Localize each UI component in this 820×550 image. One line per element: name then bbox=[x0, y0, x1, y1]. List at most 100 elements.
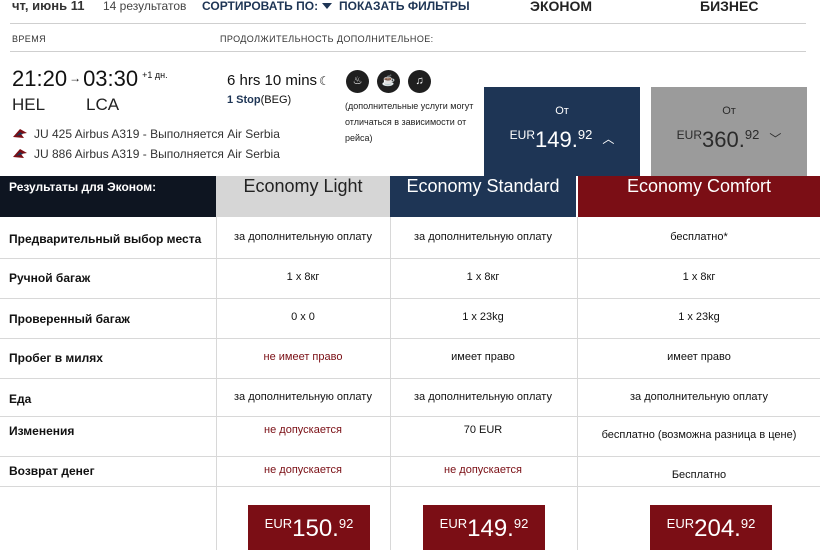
price-amount: EUR360.92 ﹀ bbox=[651, 127, 807, 153]
row-divider bbox=[0, 298, 820, 299]
price-int: 204. bbox=[694, 515, 741, 542]
caret-down-icon bbox=[322, 3, 333, 9]
overnight-moon-icon: ☾ bbox=[319, 74, 330, 88]
fare-table-title: Результаты для Эконом: bbox=[0, 176, 216, 217]
table-cell: 70 EUR bbox=[463, 424, 503, 436]
row-label-changes: Изменения bbox=[9, 424, 75, 438]
flight-segment: JU 425 Airbus A319 - Выполняется Air Ser… bbox=[12, 127, 280, 141]
services-note: (дополнительные услуги могут отличаться … bbox=[345, 101, 474, 143]
stops-info[interactable]: 1 Stop(BEG) bbox=[227, 94, 291, 106]
table-cell: 1 x 23kg bbox=[462, 311, 504, 323]
select-economy-comfort-button[interactable]: EUR204.92 bbox=[650, 505, 772, 550]
currency: EUR bbox=[676, 128, 703, 142]
show-filters-button[interactable]: ПОКАЗАТЬ ФИЛЬТРЫ bbox=[339, 0, 470, 13]
select-economy-light-button[interactable]: EUR150.92 bbox=[248, 505, 370, 550]
table-cell: за дополнительную оплату bbox=[234, 231, 372, 243]
meal-icon: ♨ bbox=[346, 70, 369, 93]
row-label-miles: Пробег в милях bbox=[9, 351, 103, 365]
arrow-right-icon: → bbox=[69, 71, 82, 85]
segment-text: JU 425 Airbus A319 - Выполняется Air Ser… bbox=[34, 127, 280, 141]
table-cell: за дополнительную оплату bbox=[630, 391, 768, 403]
price-int: 149. bbox=[535, 127, 578, 152]
destination-airport: LCA bbox=[86, 95, 120, 114]
stop-airport: (BEG) bbox=[260, 94, 292, 106]
table-cell: не допускается bbox=[264, 464, 342, 476]
table-cell: имеет право bbox=[451, 351, 515, 363]
sort-button[interactable]: СОРТИРОВАТЬ ПО: bbox=[202, 0, 333, 13]
currency: EUR bbox=[509, 128, 536, 142]
row-label-refund: Возврат денег bbox=[9, 464, 95, 478]
flight-times: 21:20 →03:30 +1 дн. bbox=[12, 66, 168, 92]
divider bbox=[10, 23, 806, 24]
next-day-badge: +1 дн. bbox=[142, 70, 168, 80]
table-cell: не допускается bbox=[444, 464, 522, 476]
column-header-duration: ПРОДОЛЖИТЕЛЬНОСТЬ ДОПОЛНИТЕЛЬНОЕ: bbox=[220, 34, 434, 44]
tab-economy[interactable]: ЭКОНОМ bbox=[530, 0, 592, 14]
results-toolbar: чт, июнь 11 14 результатов СОРТИРОВАТЬ П… bbox=[0, 0, 820, 16]
drink-icon: ☕ bbox=[377, 70, 400, 93]
price-int: 360. bbox=[702, 127, 745, 152]
row-label-meal: Еда bbox=[9, 392, 32, 406]
table-cell: бесплатно* bbox=[670, 231, 728, 243]
price-decimals: 92 bbox=[740, 516, 756, 531]
row-divider bbox=[0, 456, 820, 457]
table-cell: не допускается bbox=[264, 424, 342, 436]
table-cell: 1 x 8кг bbox=[466, 271, 500, 283]
fare-header-economy-comfort[interactable]: Economy Comfort bbox=[578, 176, 820, 217]
results-count: 14 результатов bbox=[103, 0, 187, 13]
row-divider bbox=[0, 416, 820, 417]
price-int: 150. bbox=[292, 515, 339, 542]
row-divider bbox=[0, 338, 820, 339]
column-header-time: ВРЕМЯ bbox=[12, 34, 47, 44]
row-divider bbox=[0, 486, 820, 487]
table-cell: за дополнительную оплату bbox=[414, 231, 552, 243]
airline-logo-icon bbox=[13, 149, 27, 158]
table-cell: за дополнительную оплату bbox=[414, 391, 552, 403]
economy-price-button[interactable]: От EUR149.92 ︿ bbox=[484, 87, 640, 176]
price-from-label: От bbox=[722, 105, 736, 117]
fare-header-economy-standard[interactable]: Economy Standard bbox=[390, 176, 576, 217]
stops-count: 1 Stop bbox=[227, 94, 261, 106]
entertainment-icon: ♫ bbox=[408, 70, 431, 93]
tab-business[interactable]: БИЗНЕС bbox=[700, 0, 758, 14]
table-cell: 1 x 23kg bbox=[678, 311, 720, 323]
table-cell: 1 x 8кг bbox=[286, 271, 320, 283]
table-cell: за дополнительную оплату bbox=[234, 391, 372, 403]
select-economy-standard-button[interactable]: EUR149.92 bbox=[423, 505, 545, 550]
column-divider bbox=[577, 217, 578, 550]
row-label-seat-selection: Предварительный выбор места bbox=[9, 232, 202, 246]
price-int: 149. bbox=[467, 515, 514, 542]
chevron-up-icon: ︿ bbox=[602, 132, 615, 146]
column-divider bbox=[390, 217, 391, 550]
row-divider bbox=[0, 258, 820, 259]
depart-time: 21:20 bbox=[12, 66, 68, 91]
table-cell: не имеет право bbox=[263, 351, 343, 363]
table-cell: 1 x 8кг bbox=[682, 271, 716, 283]
divider bbox=[10, 51, 806, 52]
price-decimals: 92 bbox=[513, 516, 529, 531]
price-from-label: От bbox=[555, 105, 569, 117]
arrive-time: 03:30 bbox=[83, 66, 139, 91]
business-price-button[interactable]: От EUR360.92 ﹀ bbox=[651, 87, 807, 176]
currency: EUR bbox=[439, 516, 468, 531]
column-divider bbox=[216, 217, 217, 550]
table-cell: бесплатно (возможна разница в цене) bbox=[601, 429, 797, 441]
price-decimals: 92 bbox=[744, 127, 760, 142]
row-label-checked-baggage: Проверенный багаж bbox=[9, 312, 130, 326]
price-decimals: 92 bbox=[338, 516, 354, 531]
airline-logo-icon bbox=[13, 129, 27, 138]
table-cell: Бесплатно bbox=[671, 469, 727, 481]
sort-label: СОРТИРОВАТЬ ПО: bbox=[202, 0, 319, 13]
flight-segment: JU 886 Airbus A319 - Выполняется Air Ser… bbox=[12, 147, 280, 161]
table-cell: имеет право bbox=[667, 351, 731, 363]
segment-text: JU 886 Airbus A319 - Выполняется Air Ser… bbox=[34, 147, 280, 161]
currency: EUR bbox=[264, 516, 293, 531]
currency: EUR bbox=[666, 516, 695, 531]
price-decimals: 92 bbox=[577, 127, 593, 142]
flight-duration: 6 hrs 10 mins ☾ bbox=[227, 72, 330, 89]
duration-text: 6 hrs 10 mins bbox=[227, 72, 318, 89]
flight-date: чт, июнь 11 bbox=[12, 0, 85, 13]
row-divider bbox=[0, 378, 820, 379]
price-amount: EUR149.92 ︿ bbox=[484, 127, 640, 153]
fare-header-economy-light[interactable]: Economy Light bbox=[216, 176, 390, 217]
